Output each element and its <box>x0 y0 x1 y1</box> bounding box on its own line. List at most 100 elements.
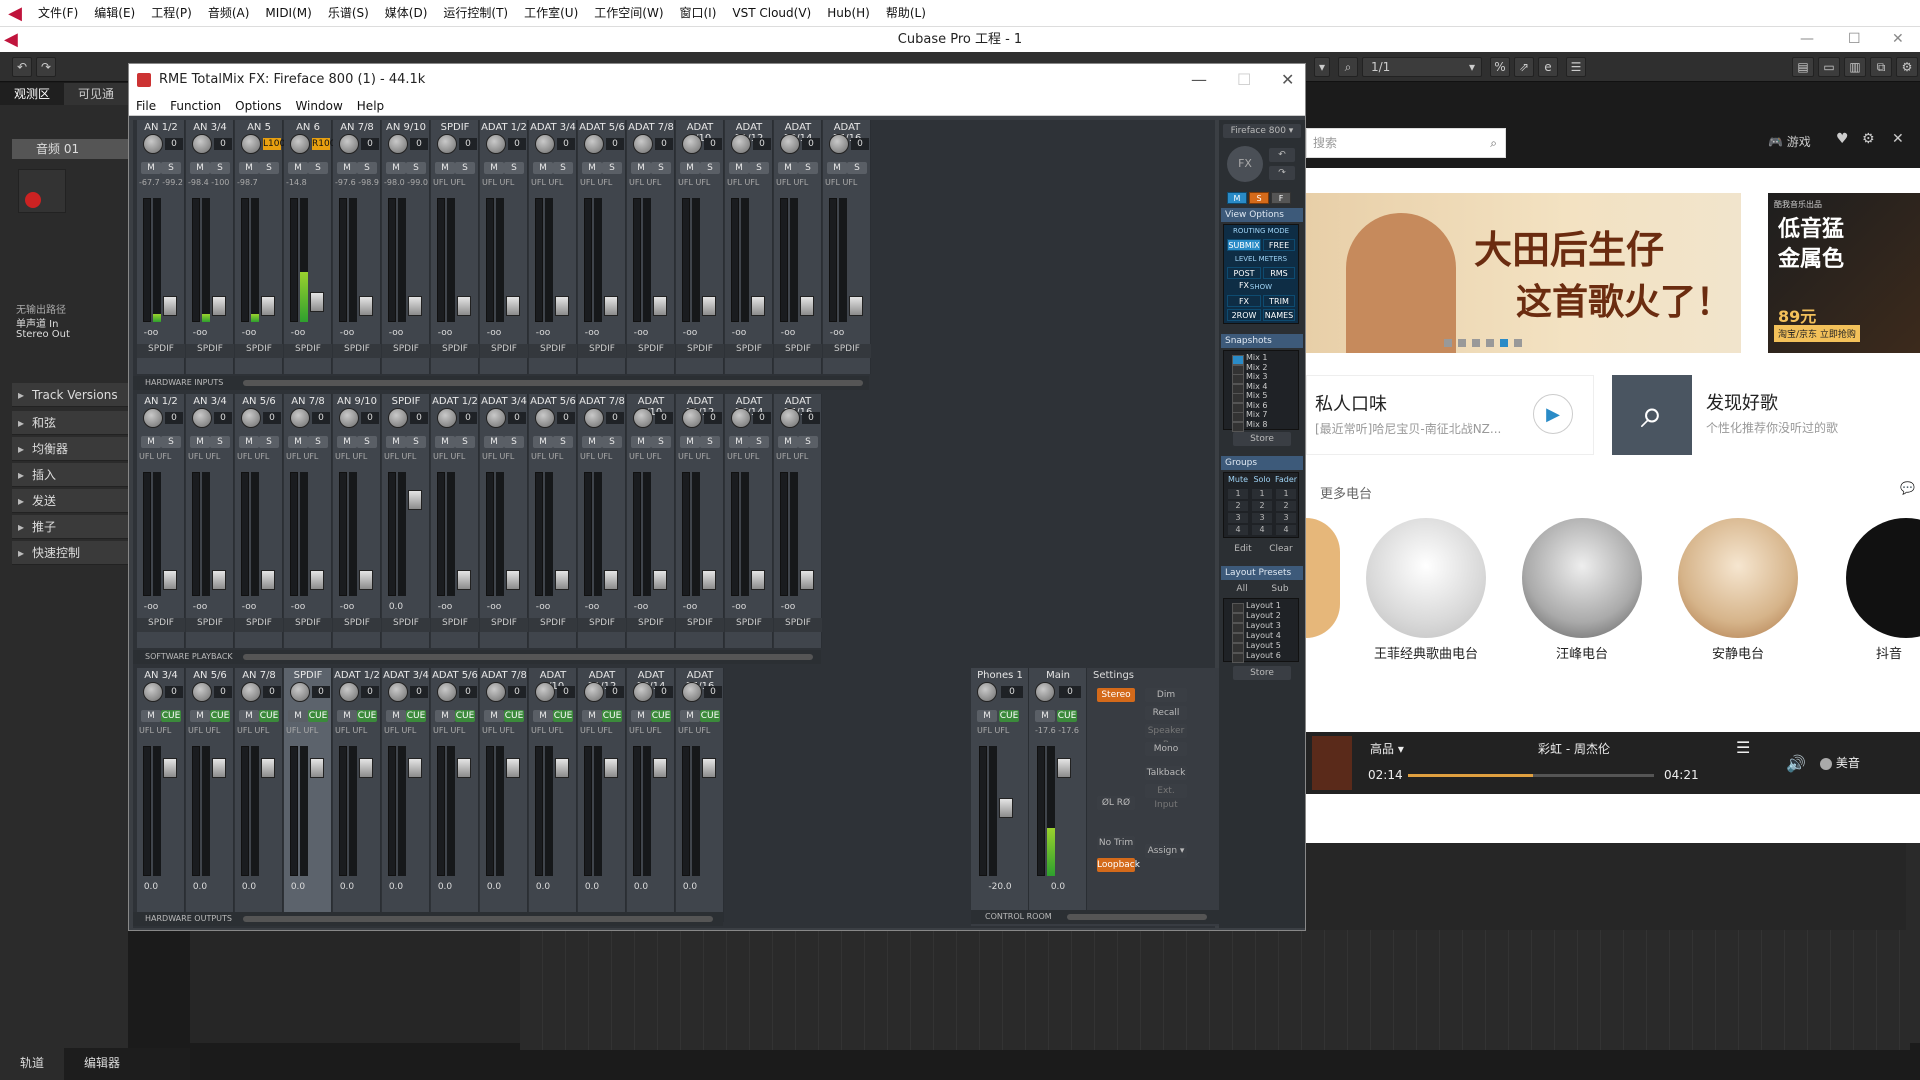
layout-item[interactable]: Layout 3 <box>1228 621 1304 633</box>
mute-button[interactable]: M <box>778 162 798 174</box>
solo-button[interactable]: S <box>651 436 671 448</box>
fader-handle[interactable] <box>653 570 667 590</box>
menu-function[interactable]: Function <box>163 96 228 115</box>
station-avatar-wangfeng[interactable] <box>1522 518 1642 638</box>
mute-button[interactable]: M <box>239 162 259 174</box>
solo-button[interactable]: S <box>749 436 769 448</box>
group-cell[interactable]: 3 <box>1228 513 1248 523</box>
source-label[interactable]: SPDIF <box>284 344 332 358</box>
2row-button[interactable]: 2ROW <box>1227 309 1261 321</box>
submix-button[interactable]: SUBMIX <box>1227 239 1261 251</box>
fader-handle[interactable] <box>653 296 667 316</box>
pan-knob[interactable] <box>829 134 849 154</box>
mute-button[interactable]: M <box>729 162 749 174</box>
fader-handle[interactable] <box>1057 758 1071 778</box>
fader-handle[interactable] <box>310 758 324 778</box>
redo-icon[interactable]: ↷ <box>1269 166 1295 180</box>
tab-editor[interactable]: 编辑器 <box>64 1048 140 1080</box>
undo-icon[interactable]: ↶ <box>12 57 32 77</box>
mute-button[interactable]: M <box>337 162 357 174</box>
mute-button[interactable]: M <box>533 162 553 174</box>
fader-track[interactable] <box>486 472 494 596</box>
fader-track[interactable] <box>535 746 543 876</box>
phase-buttons[interactable]: ØL RØ <box>1097 796 1135 810</box>
solo-button[interactable]: S <box>308 436 328 448</box>
mute-button[interactable]: M <box>141 710 161 722</box>
source-label[interactable]: SPDIF <box>676 344 724 358</box>
fader-track[interactable] <box>780 472 788 596</box>
row3-scrollbar[interactable] <box>243 916 713 922</box>
source-label[interactable]: SPDIF <box>725 344 773 358</box>
fader-track[interactable] <box>192 746 200 876</box>
mute-button[interactable]: M <box>631 710 651 722</box>
source-label[interactable]: SPDIF <box>382 344 430 358</box>
fader-track[interactable] <box>290 198 298 322</box>
menu-item[interactable]: Hub(H) <box>819 0 878 26</box>
station-label-wangfeng[interactable]: 汪峰电台 <box>1502 643 1662 662</box>
layout-store-button[interactable]: Store <box>1233 666 1291 680</box>
tab-tracks[interactable]: 轨道 <box>0 1048 65 1080</box>
fader-track[interactable] <box>486 198 494 322</box>
pan-knob[interactable] <box>682 134 702 154</box>
snapshots-header[interactable]: Snapshots <box>1221 334 1303 348</box>
fader-handle[interactable] <box>604 758 618 778</box>
snapshot-item[interactable]: Mix 1 <box>1228 353 1304 365</box>
solo-button[interactable]: S <box>700 162 720 174</box>
banner-ad-cta[interactable]: 淘宝/京东 立即抢购 <box>1774 325 1860 342</box>
cue-button[interactable]: CUE <box>161 710 181 722</box>
source-label[interactable]: SPDIF <box>823 344 871 358</box>
fader-track[interactable] <box>192 198 200 322</box>
pan-knob[interactable] <box>535 682 555 702</box>
menu-help[interactable]: Help <box>350 96 391 115</box>
row1-scrollbar[interactable] <box>243 380 863 386</box>
pan-knob[interactable] <box>682 682 702 702</box>
solo-button[interactable]: S <box>798 436 818 448</box>
section-fader[interactable]: 推子 <box>12 515 128 539</box>
close-icon[interactable]: ✕ <box>1892 27 1904 51</box>
show-fx-button[interactable]: FX <box>1227 295 1261 307</box>
layout-item[interactable]: Layout 5 <box>1228 641 1304 653</box>
pan-knob[interactable] <box>290 682 310 702</box>
row2-scrollbar[interactable] <box>243 654 813 660</box>
pan-knob[interactable] <box>584 682 604 702</box>
solo-button[interactable]: S <box>504 436 524 448</box>
groups-edit-button[interactable]: Edit <box>1225 542 1261 556</box>
solo-button[interactable]: S <box>455 436 475 448</box>
fader-handle[interactable] <box>457 570 471 590</box>
source-label[interactable]: SPDIF <box>578 618 626 632</box>
source-label[interactable]: SPDIF <box>578 344 626 358</box>
speaker-b-button[interactable]: Speaker B <box>1145 724 1187 750</box>
solo-button[interactable]: S <box>357 162 377 174</box>
pan-knob[interactable] <box>633 134 653 154</box>
source-label[interactable]: SPDIF <box>480 344 528 358</box>
station-avatar-wangfei[interactable] <box>1366 518 1486 638</box>
window-icon[interactable]: ⧉ <box>1870 57 1892 77</box>
menu-item[interactable]: 工作室(U) <box>516 0 586 26</box>
free-button[interactable]: FREE <box>1263 239 1295 251</box>
fader-handle[interactable] <box>800 296 814 316</box>
volume-icon[interactable]: 🔊 <box>1786 754 1806 773</box>
fader-handle[interactable] <box>163 296 177 316</box>
cue-button[interactable]: CUE <box>210 710 230 722</box>
mute-button[interactable]: M <box>533 710 553 722</box>
mute-button[interactable]: M <box>435 436 455 448</box>
layout-right-icon[interactable]: ▥ <box>1844 57 1866 77</box>
section-eq[interactable]: 均衡器 <box>12 437 128 461</box>
source-label[interactable]: SPDIF <box>137 618 185 632</box>
ctrl-scrollbar[interactable] <box>1067 914 1207 920</box>
undo-icon[interactable]: ↶ <box>1269 148 1295 162</box>
fader-handle[interactable] <box>261 758 275 778</box>
fader-track[interactable] <box>829 198 837 322</box>
group-cell[interactable]: 4 <box>1276 525 1296 535</box>
fader-track[interactable] <box>780 198 788 322</box>
groups-clear-button[interactable]: Clear <box>1263 542 1299 556</box>
fader-handle[interactable] <box>261 570 275 590</box>
menu-item[interactable]: 工作空间(W) <box>586 0 671 26</box>
layout-item[interactable]: Layout 1 <box>1228 601 1304 613</box>
progress-track[interactable] <box>1408 774 1654 777</box>
source-label[interactable]: SPDIF <box>284 618 332 632</box>
fader-handle[interactable] <box>555 758 569 778</box>
source-label[interactable]: SPDIF <box>235 344 283 358</box>
pan-knob[interactable] <box>1035 682 1055 702</box>
fader-track[interactable] <box>633 746 641 876</box>
